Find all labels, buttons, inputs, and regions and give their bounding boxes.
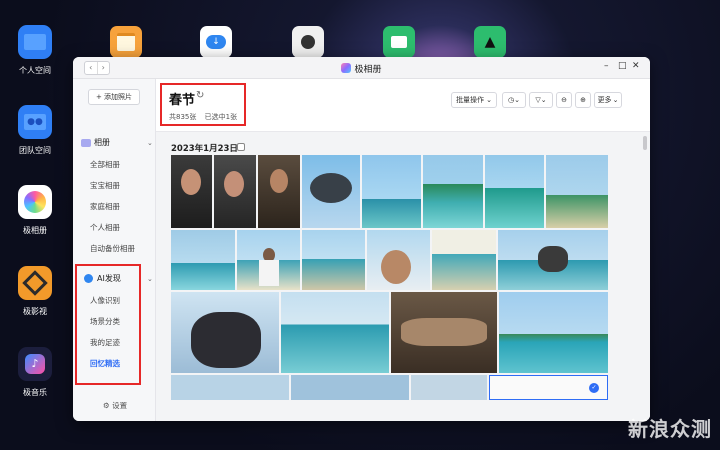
notes-icon[interactable] bbox=[110, 26, 142, 58]
zoom-out-icon: ⊖ bbox=[561, 96, 567, 104]
filter-icon: ▽⌄ bbox=[535, 96, 547, 104]
chevron-down-icon: ⌄ bbox=[612, 96, 619, 104]
sidebar-item-auto-backup-album[interactable]: 自动备份相册 bbox=[90, 243, 135, 254]
highlight-box-ai-section bbox=[75, 264, 141, 385]
desktop-icon-label: 极影视 bbox=[23, 307, 47, 316]
photo-thumbnail[interactable] bbox=[367, 230, 430, 290]
photo-thumbnail[interactable] bbox=[214, 155, 256, 228]
folder-icon bbox=[18, 25, 52, 59]
selected-check-icon: ✓ bbox=[589, 383, 599, 393]
clock-icon: ◷⌄ bbox=[508, 96, 520, 104]
contacts-icon[interactable] bbox=[292, 26, 324, 58]
desktop-icon-video[interactable]: 极影视 bbox=[0, 266, 70, 317]
photo-thumbnail[interactable] bbox=[302, 230, 365, 290]
photo-thumbnail[interactable] bbox=[171, 155, 212, 228]
photo-thumbnail[interactable] bbox=[362, 155, 421, 228]
sidebar-item-family-album[interactable]: 家庭相册 bbox=[90, 201, 120, 212]
photo-thumbnail[interactable] bbox=[423, 155, 483, 228]
batch-operation-label: 批量操作 bbox=[456, 96, 485, 104]
team-folder-icon: ●● bbox=[18, 105, 52, 139]
albums-header[interactable]: 相册 ⌄ bbox=[81, 137, 156, 148]
sidebar-item-personal-album[interactable]: 个人相册 bbox=[90, 222, 120, 233]
cloud-download-icon[interactable]: ↓ bbox=[200, 26, 232, 58]
photo-thumbnail[interactable] bbox=[498, 230, 608, 290]
window-title-text: 极相册 bbox=[354, 65, 382, 75]
maximize-button[interactable]: □ bbox=[618, 61, 627, 71]
chevron-down-icon: ⌄ bbox=[486, 96, 492, 104]
photo-thumbnail[interactable] bbox=[499, 292, 608, 373]
sidebar-item-baby-album[interactable]: 宝宝相册 bbox=[90, 180, 120, 191]
date-group-label: 2023年1月23日 bbox=[171, 144, 238, 154]
photo-thumbnail[interactable] bbox=[237, 230, 300, 290]
photos-icon bbox=[18, 185, 52, 219]
chevron-down-icon: ⌄ bbox=[147, 138, 153, 147]
zoom-in-button[interactable]: ⊕ bbox=[575, 92, 591, 108]
desktop-icon-label: 团队空间 bbox=[19, 146, 51, 155]
albums-header-label: 相册 bbox=[94, 138, 110, 147]
photo-thumbnail[interactable] bbox=[281, 292, 389, 373]
desktop-icon-personal-space[interactable]: 个人空间 bbox=[0, 25, 70, 76]
chevron-down-icon: ⌄ bbox=[147, 274, 153, 283]
desktop-icon-music[interactable]: ♪ 极音乐 bbox=[0, 347, 70, 398]
photo-thumbnail-selected[interactable]: ✓ bbox=[489, 375, 608, 400]
add-photo-button[interactable]: + 添加照片 bbox=[88, 89, 140, 105]
photo-thumbnail[interactable] bbox=[171, 292, 279, 373]
sort-button[interactable]: ◷⌄ bbox=[502, 92, 526, 108]
zoom-out-button[interactable]: ⊖ bbox=[556, 92, 572, 108]
photo-thumbnail[interactable] bbox=[432, 230, 496, 290]
photo-thumbnail[interactable] bbox=[391, 292, 497, 373]
desktop-icon-label: 极相册 bbox=[23, 226, 47, 235]
photos-app-window: ‹ › 极相册 – □ ✕ + 添加照片 相册 ⌄ 全部相册 宝宝相册 家庭相册… bbox=[73, 57, 650, 421]
title-bar[interactable]: ‹ › 极相册 – □ ✕ bbox=[73, 57, 650, 79]
sidebar-item-all-albums[interactable]: 全部相册 bbox=[90, 159, 120, 170]
photo-thumbnail[interactable] bbox=[171, 375, 289, 400]
music-icon: ♪ bbox=[18, 347, 52, 381]
settings-button[interactable]: ⚙ 设置 bbox=[103, 400, 127, 411]
desktop-icon-team-space[interactable]: ●● 团队空间 bbox=[0, 105, 70, 156]
filter-button[interactable]: ▽⌄ bbox=[529, 92, 553, 108]
close-button[interactable]: ✕ bbox=[632, 61, 640, 71]
photo-thumbnail[interactable] bbox=[302, 155, 360, 228]
photo-thumbnail[interactable] bbox=[171, 230, 235, 290]
video-icon bbox=[18, 266, 52, 300]
photo-thumbnail[interactable] bbox=[291, 375, 409, 400]
desktop-icon-label: 极音乐 bbox=[23, 388, 47, 397]
photo-thumbnail[interactable] bbox=[258, 155, 300, 228]
education-icon[interactable]: ▲ bbox=[474, 26, 506, 58]
photo-gallery: 2023年1月23日 ✓ bbox=[156, 132, 650, 421]
main-content: 春节 ↻ 共835张 已选中1张 批量操作 ⌄ ◷⌄ ▽⌄ ⊖ ⊕ 更多 ⌄ 2… bbox=[156, 79, 650, 421]
date-group-checkbox[interactable] bbox=[237, 143, 245, 151]
photo-thumbnail[interactable] bbox=[411, 375, 487, 400]
batch-operation-button[interactable]: 批量操作 ⌄ bbox=[451, 92, 497, 108]
minimize-button[interactable]: – bbox=[604, 61, 609, 71]
more-label: 更多 bbox=[597, 96, 612, 104]
sidebar: + 添加照片 相册 ⌄ 全部相册 宝宝相册 家庭相册 个人相册 自动备份相册 A… bbox=[73, 79, 156, 421]
settings-label: 设置 bbox=[112, 401, 128, 410]
photo-thumbnail[interactable] bbox=[546, 155, 608, 228]
photo-thumbnail[interactable] bbox=[485, 155, 544, 228]
window-title: 极相册 bbox=[73, 62, 650, 75]
zoom-in-icon: ⊕ bbox=[580, 96, 586, 104]
backup-icon[interactable] bbox=[383, 26, 415, 58]
desktop-icon-label: 个人空间 bbox=[19, 66, 51, 75]
desktop: ↓ ▲ 个人空间 ●● 团队空间 极相册 极影视 ♪ 极音乐 ‹ › 极相册 –… bbox=[0, 0, 720, 450]
app-logo-icon bbox=[341, 63, 352, 73]
scrollbar[interactable] bbox=[643, 136, 647, 150]
desktop-icon-photos[interactable]: 极相册 bbox=[0, 185, 70, 236]
gear-icon: ⚙ bbox=[103, 401, 110, 410]
album-icon bbox=[81, 138, 91, 147]
highlight-box-title bbox=[160, 83, 246, 126]
more-button[interactable]: 更多 ⌄ bbox=[594, 92, 622, 108]
watermark: 新浪众测 bbox=[628, 417, 712, 441]
